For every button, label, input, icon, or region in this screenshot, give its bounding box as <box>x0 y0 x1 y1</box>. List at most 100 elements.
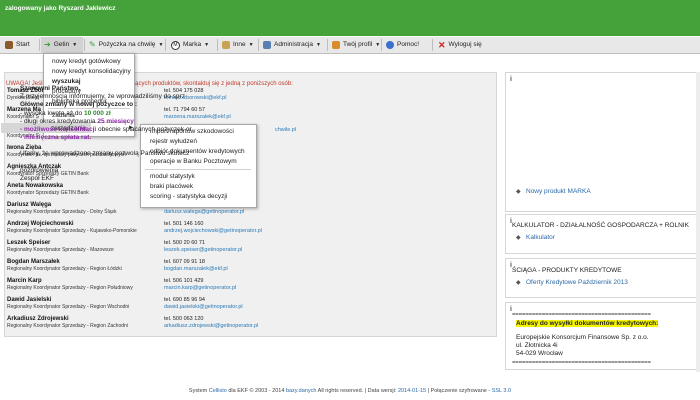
menu-marka-label: Marka <box>183 41 202 48</box>
menu-inne[interactable]: Inne ▼ <box>219 37 257 53</box>
link-kalkulator[interactable]: Kalkulator <box>526 234 555 241</box>
contact-details: tel. 501 146 160 andrzej.wojciechowski@ge… <box>164 221 364 234</box>
announcement-greeting: Szanowni Państwo, <box>20 85 81 92</box>
text-fragment: - wysoka kwota aż do <box>20 110 84 117</box>
menu-separator <box>84 39 85 51</box>
menu-pozyczka-label: Pożyczka na chwilę <box>98 41 156 48</box>
menu-profil[interactable]: Twój profil ▼ <box>329 37 383 53</box>
dropdown-item[interactable]: wyszukaj <box>52 78 81 85</box>
contact-email[interactable]: marcin.karp@getinoperator.pl <box>164 285 364 291</box>
dropdown-item[interactable]: nowy kredyt gotówkowy <box>52 58 121 65</box>
text-highlight: 10 000 zł <box>83 110 111 117</box>
menu-pomoc[interactable]: Pomoc! <box>383 37 422 53</box>
contact-phone: tel. 607 09 91 18 <box>164 259 205 265</box>
announcement-line: - długi okres kredytowania 25 miesięcy <box>20 118 134 125</box>
contact-phone: tel. 500 20 60 71 <box>164 240 205 246</box>
contact-email[interactable]: tomasz.zborowski@ekf.pl <box>164 95 364 101</box>
contact-role: Regionalny Koordynator Sprzedaży - Regio… <box>7 285 133 291</box>
chevron-down-icon: ▼ <box>72 42 78 48</box>
contact-details: tel. 500 20 60 71 leszek.speiser@getinope… <box>164 240 364 253</box>
link-bullet-icon: ◆ <box>516 235 521 241</box>
announcement-line: Zespół EKF <box>20 175 54 182</box>
cheatsheet-box: i <box>505 258 700 298</box>
menu-getin[interactable]: ➜ Getin ▼ <box>41 37 83 53</box>
leaf-icon: ✎ <box>89 40 96 49</box>
menu-wyloguj[interactable]: ✕ Wyloguj się <box>435 37 485 53</box>
contact-details: tel. 506 101 429 marcin.karp@getinoperato… <box>164 278 364 291</box>
text-highlight: - możliwość konsolidacji <box>20 126 97 133</box>
arrow-right-icon: ➜ <box>44 40 51 49</box>
contact-details: tel. 690 85 96 94 dawid.jasielski@getinop… <box>164 297 364 310</box>
dropdown-separator <box>48 108 130 109</box>
main-menu-bar: Start ➜ Getin ▼ ✎ Pożyczka na chwilę ▼ M… <box>0 37 700 54</box>
link-oferty[interactable]: Oferty Kredytowe Październik 2013 <box>526 279 628 286</box>
footer-text: dla EKF © 2003 - 2014 <box>226 388 286 394</box>
footer-link-cellisto[interactable]: Cellisto <box>209 388 227 394</box>
contact-email[interactable]: dawid.jasielski@getinoperator.pl <box>164 304 364 310</box>
announcement-line: pozdrowienia <box>20 167 59 174</box>
tools-icon <box>263 41 271 49</box>
menu-separator <box>381 39 382 51</box>
contact-email[interactable]: andrzej.wojciechowski@getinoperator.pl <box>164 228 364 234</box>
link-bullet-icon: ◆ <box>516 189 521 195</box>
menu-separator <box>258 39 259 51</box>
announcement-line: - możliwość konsolidacji obecnie spłacan… <box>20 126 192 133</box>
link-nowy-produkt[interactable]: Nowy produkt MARKA <box>526 188 591 195</box>
contact-person: Bogdan Marszałek Regionalny Koordynator S… <box>7 259 167 272</box>
footer-text: | Połączenie szyfrowane - <box>426 388 492 394</box>
menu-separator <box>327 39 328 51</box>
warning-suffix: ących produktów, skontaktuj się z jedną … <box>135 81 293 87</box>
address-line: Europejskie Konsorcjum Finansowe Sp. z o… <box>516 334 649 341</box>
contact-person: Andrzej Wojciechowski Regionalny Koordyna… <box>7 221 167 234</box>
contact-role: Regionalny Koordynator Sprzedaży - Dolny… <box>7 209 117 215</box>
contact-name: Arkadiusz Zdrojewski <box>7 316 69 322</box>
text-fragment: obecnie spłacanych pożyczek or <box>96 126 192 133</box>
address-title-text: Adresy do wysyłki dokumentów kredytowych… <box>516 320 659 327</box>
footer-link-bazy[interactable]: bazy.danych <box>286 388 316 394</box>
submenu-item[interactable]: rejestr wyłudzeń <box>150 138 197 145</box>
menu-marka[interactable]: M Marka ▼ <box>168 37 212 53</box>
submenu-separator <box>145 169 251 170</box>
top-banner: zalogowany jako Ryszard Jaklewicz <box>0 0 700 36</box>
contact-role: Regionalny Koordynator Sprzedaży - Regio… <box>7 266 122 272</box>
footer: System Cellisto dla EKF © 2003 - 2014 ba… <box>0 388 700 394</box>
dropdown-item[interactable]: nowy kredyt konsolidacyjny <box>52 68 131 75</box>
contact-email[interactable]: dariusz.walega@getinoperator.pl <box>164 209 364 215</box>
contact-email[interactable]: arkadiusz.zdrojewski@getinoperator.pl <box>164 323 364 329</box>
contact-role: Regionalny Koordynator Sprzedaży - Regio… <box>7 323 128 329</box>
submenu-item[interactable]: operacje w Banku Pocztowym <box>150 158 237 165</box>
submenu-item[interactable]: moduł statystyk <box>150 173 195 180</box>
chevron-down-icon: ▼ <box>248 42 254 48</box>
contact-person: Marcin Karp Regionalny Koordynator Sprzed… <box>7 278 167 291</box>
menu-start[interactable]: Start <box>2 37 33 53</box>
contact-phone: tel. 501 146 160 <box>164 221 204 227</box>
contact-email[interactable]: leszek.speiser@getinoperator.pl <box>164 247 364 253</box>
footer-link-ssl[interactable]: SSL 3.0 <box>492 388 511 394</box>
contact-phone: tel. 504 175 028 <box>164 88 204 94</box>
submenu-item[interactable]: scoring - statystyka decyzji <box>150 193 227 200</box>
address-line: 54-029 Wrocław <box>516 350 563 357</box>
contact-phone: tel. 506 101 429 <box>164 278 204 284</box>
menu-administracja[interactable]: Administracja ▼ <box>260 37 324 53</box>
contact-details: tel. 607 09 91 18 bogdan.marszalek@ekf.pl <box>164 259 364 272</box>
menu-pozyczka[interactable]: ✎ Pożyczka na chwilę ▼ <box>86 37 166 53</box>
contact-role: Regionalny Koordynator Sprzedaży - Regio… <box>7 304 130 310</box>
menu-inne-label: Inne <box>233 41 246 48</box>
divider-line: ========================================… <box>512 312 651 318</box>
contact-details: chwile.pl <box>275 126 475 133</box>
contact-phone: tel. 71 794 60 57 <box>164 107 205 113</box>
scrollbar[interactable] <box>696 72 700 372</box>
contact-email[interactable]: bogdan.marszalek@ekf.pl <box>164 266 364 272</box>
contact-email[interactable]: marzena.marszalek@ekf.pl <box>164 114 364 120</box>
submenu-item[interactable]: braki placówek <box>150 183 193 190</box>
announcement-line: - miesięczna spłata rat. <box>20 134 91 141</box>
text-highlight: - miesięczna spłata rat. <box>20 134 92 141</box>
address-title: Adresy do wysyłki dokumentów kredytowych… <box>516 320 659 327</box>
divider-line: ========================================… <box>512 360 651 366</box>
menu-getin-label: Getin <box>53 41 70 48</box>
zarzadzanie-submenu: import raportów szkodowości rejestr wyłu… <box>140 124 257 208</box>
contact-person: Dawid Jasielski Regionalny Koordynator Sp… <box>7 297 167 310</box>
contact-role: Regionalny Koordynator Sprzedaży - Mazow… <box>7 247 114 253</box>
contact-email[interactable]: chwile.pl <box>275 127 475 133</box>
address-line: ul. Złotnicka 4i <box>516 342 558 349</box>
